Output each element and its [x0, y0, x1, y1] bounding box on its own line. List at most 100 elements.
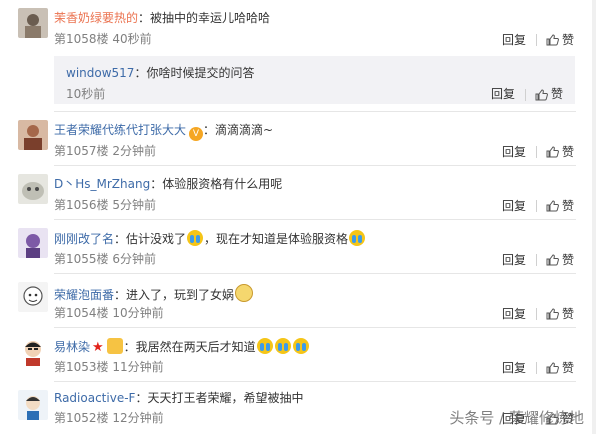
thumbs-up-icon: [546, 308, 559, 320]
crying-emoji-icon: [187, 230, 204, 246]
crying-emoji-icon: [292, 338, 309, 354]
crying-emoji-icon: [274, 338, 291, 354]
reply-text: ：你啥时候提交的问答: [134, 66, 255, 80]
username-link[interactable]: D丶Hs_MrZhang: [54, 177, 150, 191]
avatar[interactable]: [18, 8, 48, 38]
reply-button[interactable]: 回复: [502, 198, 526, 214]
like-button[interactable]: 赞: [546, 144, 574, 160]
thumbs-up-icon: [535, 88, 548, 100]
timestamp: 10分钟前: [112, 306, 164, 320]
reply-button[interactable]: 回复: [502, 306, 526, 322]
nested-reply: window517：你啥时候提交的问答 10秒前 回复 赞: [54, 56, 575, 104]
floor-number: 第1058楼: [54, 32, 109, 46]
divider: [54, 381, 576, 382]
username-link[interactable]: 王者荣耀代练代打张大大: [54, 123, 186, 137]
comment-line: 王者荣耀代练代打张大大 V ：滴滴滴滴~: [54, 122, 273, 141]
timestamp: 2分钟前: [112, 144, 157, 158]
reply-line: window517：你啥时候提交的问答: [66, 64, 254, 81]
action-divider: [535, 253, 537, 266]
reply-timestamp: 10秒前: [66, 87, 106, 101]
like-label: 赞: [561, 306, 574, 321]
star-badge-icon: ★: [92, 340, 104, 355]
action-divider: [535, 307, 537, 320]
username-link[interactable]: Radioactive-F: [54, 391, 135, 405]
avatar[interactable]: [18, 336, 48, 366]
floor-number: 第1056楼: [54, 198, 109, 212]
vip-badge-icon: V: [189, 127, 204, 141]
reply-username-link[interactable]: window517: [66, 66, 134, 80]
reply-reply-button[interactable]: 回复: [491, 87, 515, 101]
cat-emoji-icon: [235, 284, 254, 302]
comment-text: ：进入了，玩到了女娲: [114, 288, 235, 302]
like-button[interactable]: 赞: [546, 252, 574, 268]
action-divider: [535, 33, 537, 46]
comment-text: ：被抽中的幸运儿哈哈哈: [138, 11, 271, 25]
comment-line: 刚刚改了名：估计没戏了 ，现在才知道是体验服资格: [54, 230, 366, 247]
divider: [54, 111, 576, 112]
like-label: 赞: [550, 87, 563, 101]
timestamp: 5分钟前: [112, 198, 157, 212]
action-divider: [535, 199, 537, 212]
floor-number: 第1053楼: [54, 360, 109, 374]
reply-like-button[interactable]: 赞: [535, 87, 563, 101]
crying-emoji-icon: [349, 230, 366, 246]
username-link[interactable]: 易林染: [54, 340, 90, 354]
comment-line: 荣耀泡面番：进入了，玩到了女娲: [54, 284, 254, 303]
thumbs-up-icon: [546, 146, 559, 158]
like-label: 赞: [561, 252, 574, 267]
crown-badge-icon: [106, 338, 123, 354]
thumbs-up-icon: [546, 34, 559, 46]
floor-number: 第1052楼: [54, 411, 109, 425]
like-button[interactable]: 赞: [546, 360, 574, 376]
like-button[interactable]: 赞: [546, 32, 574, 48]
comment-line: 易林染 ★ ：我居然在两天后才知道: [54, 338, 310, 356]
username-link[interactable]: 茉香奶绿要热的: [54, 11, 138, 25]
comment-text-continued: ，现在才知道是体验服资格: [204, 232, 349, 246]
comment-text: ：体验服资格有什么用呢: [150, 177, 283, 191]
username-link[interactable]: 刚刚改了名: [54, 232, 114, 246]
comment-meta: 第1055楼 6分钟前: [54, 251, 156, 267]
timestamp: 11分钟前: [112, 360, 164, 374]
reply-button[interactable]: 回复: [502, 360, 526, 376]
timestamp: 6分钟前: [112, 252, 157, 266]
divider: [54, 219, 576, 220]
like-label: 赞: [561, 198, 574, 213]
thumbs-up-icon: [546, 362, 559, 374]
floor-number: 第1054楼: [54, 306, 109, 320]
comment-actions: 回复 赞: [502, 359, 574, 376]
comment-line: 茉香奶绿要热的：被抽中的幸运儿哈哈哈: [54, 10, 270, 26]
avatar[interactable]: [18, 390, 48, 420]
comment-meta: 第1056楼 5分钟前: [54, 197, 156, 213]
comment-meta: 第1053楼 11分钟前: [54, 359, 164, 375]
floor-number: 第1057楼: [54, 144, 109, 158]
avatar[interactable]: [18, 228, 48, 258]
comment-actions: 回复 赞: [502, 143, 574, 160]
thumbs-up-icon: [546, 254, 559, 266]
action-divider: [535, 145, 537, 158]
reply-button[interactable]: 回复: [502, 252, 526, 268]
comment-meta: 第1052楼 12分钟前: [54, 410, 164, 426]
like-label: 赞: [561, 144, 574, 159]
like-button[interactable]: 赞: [546, 198, 574, 214]
thumbs-up-icon: [546, 200, 559, 212]
reply-button[interactable]: 回复: [502, 144, 526, 160]
comment-line: Radioactive-F：天天打王者荣耀，希望被抽中: [54, 390, 303, 406]
avatar[interactable]: [18, 120, 48, 150]
comment-line: D丶Hs_MrZhang：体验服资格有什么用呢: [54, 176, 282, 192]
reply-actions: 回复 赞: [491, 85, 563, 102]
avatar[interactable]: [18, 174, 48, 204]
timestamp: 40秒前: [112, 32, 152, 46]
avatar[interactable]: [18, 282, 48, 312]
scrollbar[interactable]: [592, 0, 596, 434]
comment-actions: 回复 赞: [502, 305, 574, 322]
reply-button[interactable]: 回复: [502, 32, 526, 48]
comment-actions: 回复 赞: [502, 31, 574, 48]
comment-actions: 回复 赞: [502, 251, 574, 268]
crying-emoji-icon: [256, 338, 273, 354]
comment-text: ：估计没戏了: [114, 232, 187, 246]
comment-meta: 第1054楼 10分钟前: [54, 305, 164, 321]
action-divider: [535, 361, 537, 374]
comment-meta: 第1058楼 40秒前: [54, 31, 152, 47]
like-button[interactable]: 赞: [546, 306, 574, 322]
username-link[interactable]: 荣耀泡面番: [54, 288, 114, 302]
